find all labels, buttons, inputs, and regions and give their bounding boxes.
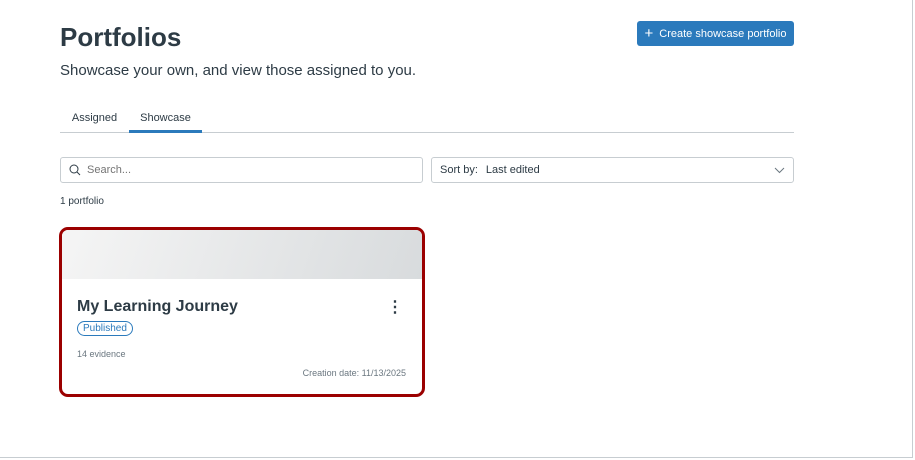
tab-list: Assigned Showcase (60, 107, 794, 133)
create-button-label: Create showcase portfolio (659, 27, 787, 40)
search-icon (69, 164, 81, 176)
tab-showcase[interactable]: Showcase (129, 107, 202, 133)
portfolio-card[interactable]: My Learning Journey ⋮ Published 14 evide… (59, 227, 425, 397)
page-title: Portfolios (60, 22, 182, 52)
portfolio-title[interactable]: My Learning Journey (77, 298, 238, 316)
sort-label: Sort by: (440, 164, 478, 176)
page-subtitle: Showcase your own, and view those assign… (60, 62, 417, 79)
search-field[interactable] (60, 157, 423, 183)
create-showcase-portfolio-button[interactable]: + Create showcase portfolio (637, 21, 794, 46)
portfolio-count: 1 portfolio (60, 196, 104, 207)
status-badge: Published (77, 321, 133, 336)
card-banner (62, 230, 422, 279)
search-input[interactable] (87, 164, 387, 176)
plus-icon: + (644, 25, 654, 42)
evidence-count: 14 evidence (77, 349, 126, 359)
sort-value: Last edited (485, 164, 540, 176)
creation-date: Creation date: 11/13/2025 (302, 368, 406, 378)
more-options-icon[interactable]: ⋮ (387, 300, 403, 316)
sort-select[interactable]: Sort by: Last edited (431, 157, 794, 183)
tab-assigned[interactable]: Assigned (60, 107, 129, 133)
chevron-down-icon (774, 167, 785, 173)
